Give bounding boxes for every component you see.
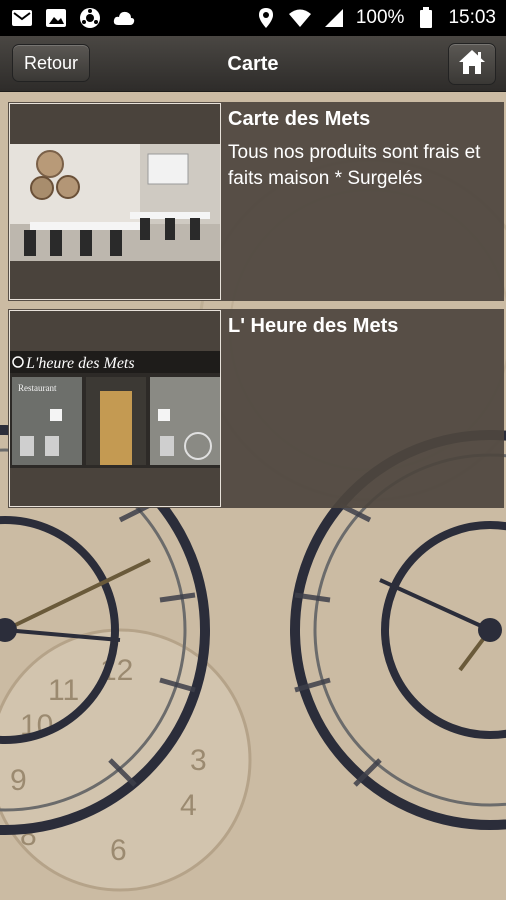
cloud-icon [112,6,136,30]
clock-time: 15:03 [448,7,496,28]
gmail-icon [10,6,34,30]
storefront-image: L'heure des Mets Restaurant [9,310,221,507]
storefront-sign: L'heure des Mets [25,355,135,372]
home-button[interactable] [448,43,496,85]
item-title: L' Heure des Mets [228,315,399,337]
battery-icon [414,6,438,30]
wifi-icon [288,6,312,30]
battery-percent: 100% [355,7,405,28]
list-item-heure-des-mets[interactable]: L'heure des Mets Restaurant L' Heure des… [8,309,504,508]
status-notifications [10,6,136,30]
item-title: Carte des Mets [228,108,371,130]
storefront-window-label: Restaurant [18,383,57,393]
app-icon [78,6,102,30]
svg-text:4: 4 [180,789,197,822]
restaurant-interior-image [9,103,221,300]
svg-text:3: 3 [190,744,207,777]
svg-text:9: 9 [10,764,27,797]
app-header: Carte Retour [0,36,506,92]
menu-list: Carte des Mets Tous nos produits sont fr… [8,102,504,516]
back-button[interactable]: Retour [12,44,90,82]
signal-icon [322,6,346,30]
svg-text:6: 6 [110,834,127,867]
svg-text:11: 11 [48,674,79,707]
gallery-icon [44,6,68,30]
status-bar: 100% 15:03 [0,0,506,36]
status-system: 100% 15:03 [254,6,496,30]
list-item-carte-des-mets[interactable]: Carte des Mets Tous nos produits sont fr… [8,102,504,301]
item-description: Tous nos produits sont frais et faits ma… [228,142,481,189]
app-screen: 11 12 10 9 8 3 4 6 100% 15:03 Carte Reto… [0,0,506,900]
home-icon [457,48,487,81]
location-icon [254,6,278,30]
